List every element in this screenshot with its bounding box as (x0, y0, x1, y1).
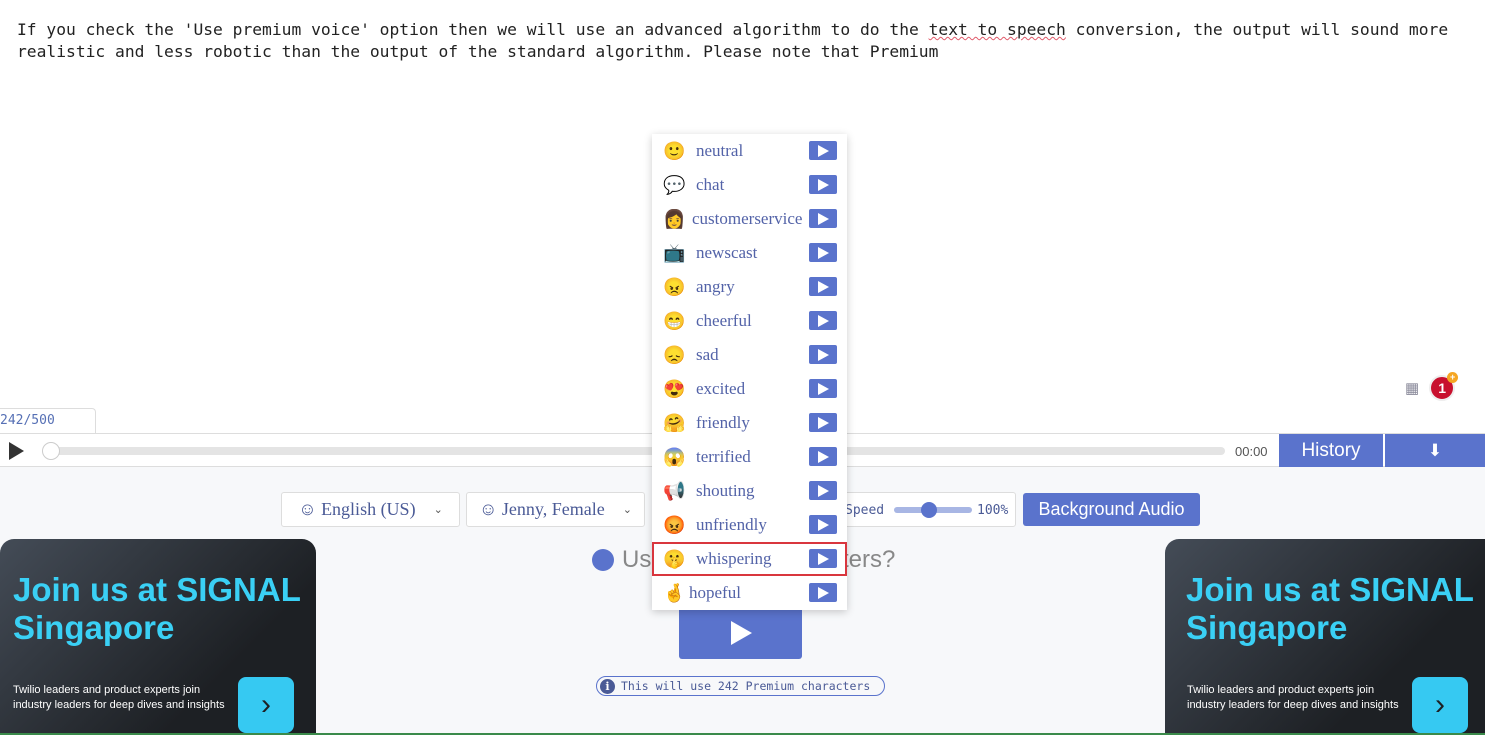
play-icon[interactable] (9, 442, 24, 460)
background-audio-button[interactable]: Background Audio (1023, 493, 1200, 526)
preview-play-button[interactable] (809, 141, 837, 160)
unfriendly-emoji-icon: 😡 (663, 514, 686, 535)
preview-play-button[interactable] (809, 515, 837, 534)
play-icon (818, 179, 829, 191)
neutral-emoji-icon: 🙂 (663, 140, 686, 161)
preview-play-button[interactable] (809, 413, 837, 432)
toggle-dot[interactable] (592, 549, 614, 571)
play-icon (818, 553, 829, 565)
play-icon (818, 213, 829, 225)
play-icon (818, 145, 829, 157)
style-label: angry (696, 277, 735, 296)
angry-emoji-icon: 😠 (663, 276, 686, 297)
preview-play-button[interactable] (809, 379, 837, 398)
chat-emoji-icon: 💬 (663, 174, 686, 195)
speed-slider-handle[interactable] (921, 502, 937, 518)
style-option-customerservice[interactable]: 👩 customerservice (652, 202, 847, 236)
premium-info: i This will use 242 Premium characters (596, 676, 885, 696)
style-option-friendly[interactable]: 🤗 friendly (652, 406, 847, 440)
misspelled-text: text to speech (928, 20, 1066, 39)
building-icon[interactable]: ▦ (1405, 379, 1419, 397)
play-icon (818, 315, 829, 327)
style-label: whispering (696, 549, 772, 568)
preview-play-button[interactable] (809, 277, 837, 296)
history-button[interactable]: History (1279, 434, 1383, 467)
download-button[interactable]: ⬇ (1385, 434, 1485, 467)
preview-play-button[interactable] (809, 345, 837, 364)
play-icon (731, 621, 752, 645)
style-label: chat (696, 175, 725, 194)
sad-emoji-icon: 😞 (663, 344, 686, 365)
language-select[interactable]: ☺ English (US) ⌄ (281, 492, 460, 527)
excited-emoji-icon: 😍 (663, 378, 686, 399)
style-option-shouting[interactable]: 📢 shouting (652, 474, 847, 508)
style-option-newscast[interactable]: 📺 newscast (652, 236, 847, 270)
play-icon (818, 383, 829, 395)
style-label: customerservice (692, 209, 803, 228)
chevron-right-icon[interactable]: › (1412, 677, 1468, 733)
play-icon (818, 519, 829, 531)
terrified-emoji-icon: 😱 (663, 446, 686, 467)
time-display: 00:00 (1235, 444, 1268, 459)
seek-handle[interactable] (42, 442, 60, 460)
preview-play-button[interactable] (809, 447, 837, 466)
character-counter: 242/500 (0, 408, 96, 433)
play-icon (818, 281, 829, 293)
style-option-whispering[interactable]: 🤫 whispering (652, 542, 847, 576)
preview-play-button[interactable] (809, 175, 837, 194)
style-option-sad[interactable]: 😞 sad (652, 338, 847, 372)
style-label: newscast (696, 243, 758, 262)
preview-play-button[interactable] (809, 481, 837, 500)
play-icon (818, 247, 829, 259)
style-label: cheerful (696, 311, 752, 330)
ad-banner-right[interactable]: Join us at SIGNAL Singapore Twilio leade… (1165, 539, 1485, 735)
style-option-excited[interactable]: 😍 excited (652, 372, 847, 406)
ad-banner-left[interactable]: Join us at SIGNAL Singapore Twilio leade… (0, 539, 316, 735)
style-label: friendly (696, 413, 750, 432)
style-label: sad (696, 345, 719, 364)
play-icon (818, 417, 829, 429)
style-option-angry[interactable]: 😠 angry (652, 270, 847, 304)
chevron-right-icon[interactable]: › (238, 677, 294, 733)
preview-play-button[interactable] (809, 209, 837, 228)
preview-play-button[interactable] (809, 243, 837, 262)
editor-text[interactable]: If you check the 'Use premium voice' opt… (17, 19, 1467, 63)
play-icon (818, 587, 829, 599)
style-option-neutral[interactable]: 🙂 neutral (652, 134, 847, 168)
customerservice-emoji-icon: 👩 (663, 208, 686, 229)
hopeful-emoji-icon: 🤞 (663, 582, 686, 603)
play-icon (818, 485, 829, 497)
chevron-down-icon: ⌄ (622, 504, 632, 516)
friendly-emoji-icon: 🤗 (663, 412, 686, 433)
style-label: terrified (696, 447, 751, 466)
style-option-terrified[interactable]: 😱 terrified (652, 440, 847, 474)
convert-play-button[interactable] (679, 605, 802, 659)
notification-badge[interactable]: 1 + (1429, 372, 1459, 401)
style-label: hopeful (689, 583, 741, 602)
speed-control: Speed 100% (820, 492, 1016, 527)
shouting-emoji-icon: 📢 (663, 480, 686, 501)
style-option-hopeful[interactable]: 🤞 hopeful (652, 576, 847, 610)
newscast-emoji-icon: 📺 (663, 242, 686, 263)
cheerful-emoji-icon: 😁 (663, 310, 686, 331)
preview-play-button[interactable] (809, 311, 837, 330)
whispering-emoji-icon: 🤫 (663, 548, 686, 569)
voice-select[interactable]: ☺ Jenny, Female ⌄ (466, 492, 645, 527)
download-icon: ⬇ (1427, 440, 1443, 460)
style-label: excited (696, 379, 746, 398)
info-icon: i (600, 678, 615, 694)
style-label: shouting (696, 481, 755, 500)
preview-play-button[interactable] (809, 583, 837, 602)
seek-bar[interactable] (48, 447, 1225, 455)
style-label: neutral (696, 141, 744, 160)
style-option-cheerful[interactable]: 😁 cheerful (652, 304, 847, 338)
play-icon (818, 451, 829, 463)
preview-play-button[interactable] (809, 549, 837, 568)
speaking-style-menu: 🙂 neutral 💬 chat 👩 customerservice 📺 newscast 😠 a… (652, 134, 847, 610)
style-option-chat[interactable]: 💬 chat (652, 168, 847, 202)
play-icon (818, 349, 829, 361)
style-option-unfriendly[interactable]: 😡 unfriendly (652, 508, 847, 542)
style-label: unfriendly (696, 515, 767, 534)
chevron-down-icon: ⌄ (433, 504, 443, 516)
